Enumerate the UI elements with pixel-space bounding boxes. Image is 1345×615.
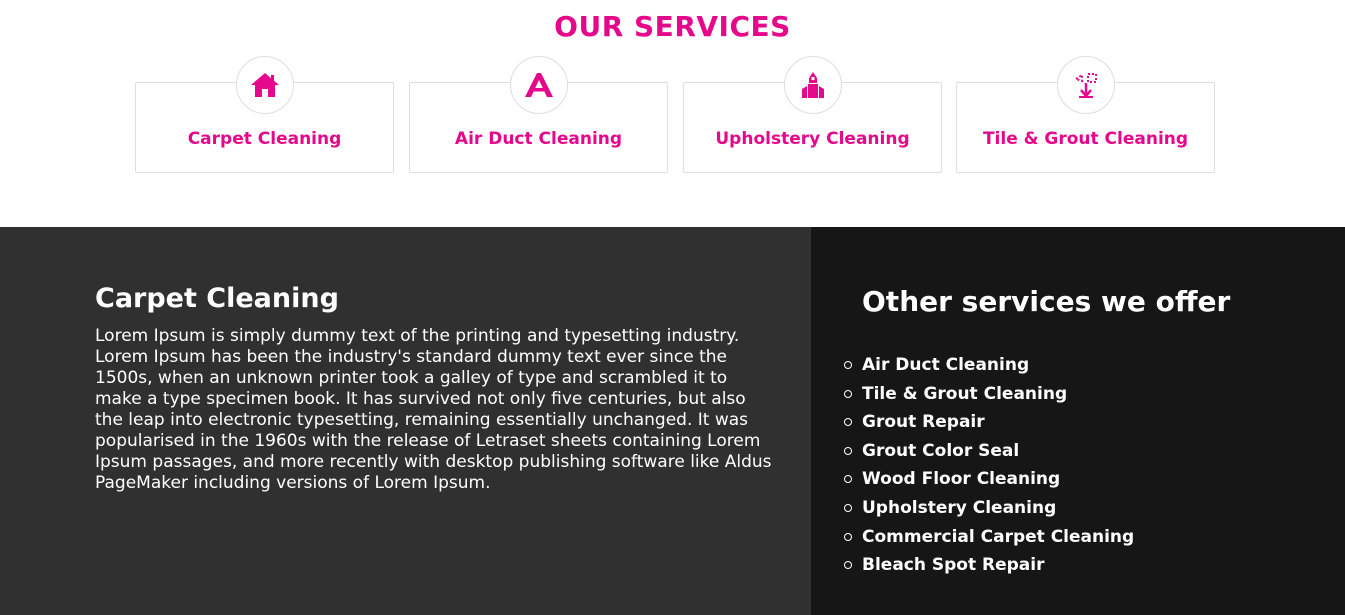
services-section: OUR SERVICES Carpet Cleaning Air Duct Cl… <box>0 0 1345 227</box>
service-card-label: Tile & Grout Cleaning <box>982 129 1189 149</box>
other-service-label: Grout Color Seal <box>862 440 1020 461</box>
bullet-icon <box>844 361 852 369</box>
other-service-item[interactable]: Bleach Spot Repair <box>842 554 1134 583</box>
upholstery-icon <box>783 56 842 114</box>
service-card-label: Upholstery Cleaning <box>715 129 910 149</box>
other-services-list: Air Duct Cleaning Tile & Grout Cleaning … <box>842 354 1134 583</box>
other-service-item[interactable]: Air Duct Cleaning <box>842 354 1134 383</box>
bullet-icon <box>844 446 852 455</box>
air-duct-icon <box>509 56 568 114</box>
other-service-label: Wood Floor Cleaning <box>862 469 1061 490</box>
house-icon <box>235 56 294 114</box>
other-service-label: Upholstery Cleaning <box>862 497 1057 518</box>
service-detail-panel: Carpet Cleaning Lorem Ipsum is simply du… <box>0 227 811 615</box>
other-service-item[interactable]: Wood Floor Cleaning <box>842 468 1134 497</box>
bullet-icon <box>844 389 852 398</box>
service-card-air-duct-cleaning[interactable]: Air Duct Cleaning <box>409 56 668 173</box>
service-cards: Carpet Cleaning Air Duct Cleaning Uphols… <box>135 56 1216 173</box>
detail-body: Lorem Ipsum is simply dummy text of the … <box>95 326 772 493</box>
service-card-label: Air Duct Cleaning <box>454 129 623 149</box>
bullet-icon <box>844 418 852 427</box>
detail-title: Carpet Cleaning <box>95 283 339 314</box>
other-service-item[interactable]: Grout Repair <box>842 411 1134 440</box>
other-service-item[interactable]: Tile & Grout Cleaning <box>842 383 1134 412</box>
other-service-item[interactable]: Upholstery Cleaning <box>842 497 1134 526</box>
other-services-title: Other services we offer <box>862 285 1231 318</box>
other-service-label: Tile & Grout Cleaning <box>862 383 1068 404</box>
bullet-icon <box>844 532 852 541</box>
section-title: OUR SERVICES <box>554 10 791 43</box>
service-card-carpet-cleaning[interactable]: Carpet Cleaning <box>135 56 394 173</box>
other-service-item[interactable]: Grout Color Seal <box>842 440 1134 469</box>
service-card-upholstery-cleaning[interactable]: Upholstery Cleaning <box>683 56 942 173</box>
service-card-tile-grout-cleaning[interactable]: Tile & Grout Cleaning <box>956 56 1215 173</box>
other-service-label: Grout Repair <box>862 412 985 433</box>
other-services-panel: Other services we offer Air Duct Cleanin… <box>811 227 1345 615</box>
bullet-icon <box>844 561 852 570</box>
other-service-item[interactable]: Commercial Carpet Cleaning <box>842 526 1134 555</box>
other-service-label: Bleach Spot Repair <box>862 555 1045 576</box>
bullet-icon <box>844 475 852 484</box>
service-card-label: Carpet Cleaning <box>187 129 342 149</box>
bullet-icon <box>844 503 852 512</box>
tile-grout-icon <box>1056 56 1115 114</box>
other-service-label: Commercial Carpet Cleaning <box>862 526 1135 547</box>
other-service-label: Air Duct Cleaning <box>862 355 1030 375</box>
